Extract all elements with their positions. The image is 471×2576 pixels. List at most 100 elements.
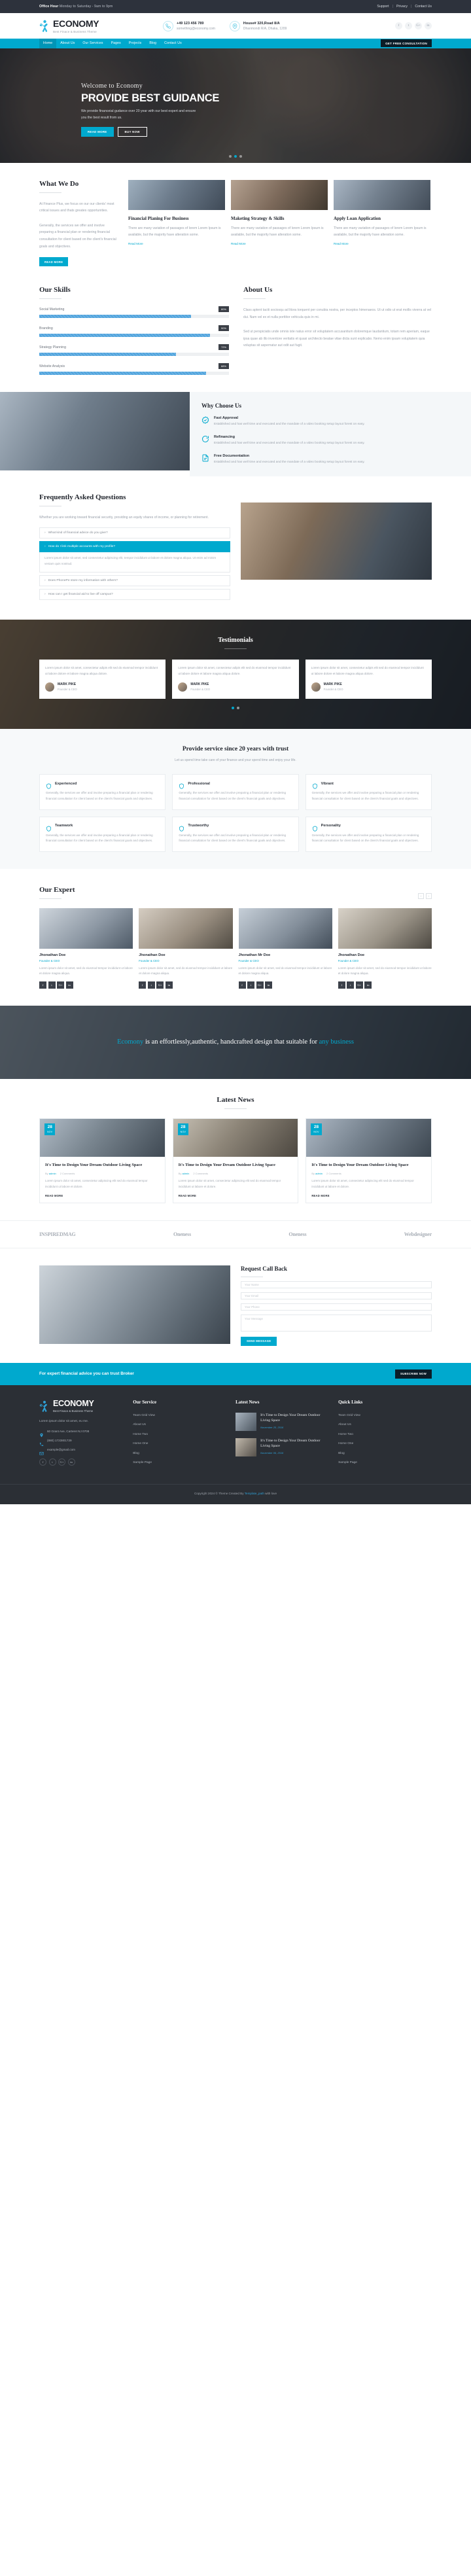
skill-name: Strategy Planning: [39, 345, 66, 349]
news-card[interactable]: 28 NOV It's Time to Design Your Dream Ou…: [39, 1118, 166, 1203]
topbar-link-contact[interactable]: Contact Us: [415, 5, 432, 9]
send-message-button[interactable]: SEND MESSAGE: [241, 1336, 277, 1346]
nav-item-pages[interactable]: Pages: [107, 39, 125, 48]
news-card[interactable]: 28 NOV It's Time to Design Your Dream Ou…: [172, 1118, 299, 1203]
linkedin-icon[interactable]: in: [364, 981, 372, 989]
about-paragraph-1: Class aptent taciti sociosqu ad litora t…: [243, 308, 432, 319]
footer-link-about-us[interactable]: About Us: [133, 1423, 226, 1426]
google-plus-icon[interactable]: G+: [156, 981, 164, 989]
nav-item-contact-us[interactable]: Contact Us: [160, 39, 186, 48]
footer-quick-home-one[interactable]: Home One: [338, 1442, 432, 1445]
nav-item-projects[interactable]: Projects: [125, 39, 146, 48]
linkedin-icon[interactable]: in: [165, 981, 173, 989]
footer-quick-blog[interactable]: Blog: [338, 1452, 432, 1455]
header-phone[interactable]: +49 123 456 789 something@economy.com: [163, 20, 215, 31]
service-card-read-more[interactable]: Read More: [231, 242, 328, 245]
hero-dot-1[interactable]: [229, 154, 232, 158]
twitter-icon[interactable]: t: [48, 1458, 56, 1466]
name-field[interactable]: Your Name: [241, 1280, 432, 1288]
google-plus-icon[interactable]: G+: [355, 981, 363, 989]
subscribe-text: For expert financial advice you can trus…: [39, 1371, 134, 1377]
service-card-title: Apply Loan Application: [334, 215, 381, 221]
team-member-role: Founder & CEO: [338, 959, 358, 962]
hero-buy-now-button[interactable]: BUY NOW: [117, 127, 147, 137]
google-plus-icon[interactable]: G+: [57, 981, 64, 989]
topbar-links: Support | Privacy | Contact Us: [377, 5, 432, 9]
topbar-link-privacy[interactable]: Privacy: [396, 5, 408, 9]
email-field[interactable]: Your Email: [241, 1292, 432, 1299]
footer-brand[interactable]: ECONOMY Best Finace & Business Theme: [39, 1400, 124, 1413]
footer-link-team-grid-view[interactable]: Team Grid View: [133, 1414, 226, 1417]
nav-item-home[interactable]: Home: [39, 38, 57, 48]
site-header: ECONOMY Best Finace & Business Theme +49…: [0, 13, 471, 39]
linkedin-icon[interactable]: in: [67, 1458, 75, 1466]
twitter-icon[interactable]: t: [48, 981, 56, 989]
testimonial-dot-2[interactable]: [237, 706, 239, 709]
footer-quick-sample-page[interactable]: Sample Page: [338, 1461, 432, 1464]
what-we-do-read-more-button[interactable]: READ MORE: [39, 257, 69, 267]
news-comments: 2 Comments: [193, 1172, 209, 1176]
news-read-more-button[interactable]: READ MORE: [311, 1194, 426, 1197]
twitter-icon[interactable]: t: [347, 981, 355, 989]
linkedin-icon[interactable]: in: [265, 981, 272, 989]
get-free-consultation-button[interactable]: GET FREE CONSULTATION: [381, 39, 432, 47]
prev-arrow-icon[interactable]: ‹: [418, 893, 424, 900]
linkedin-icon[interactable]: in: [65, 981, 73, 989]
brand-logo-inspiredmag: INSPIREDMAG: [39, 1231, 76, 1237]
google-plus-icon[interactable]: G+: [58, 1458, 65, 1466]
footer-quick-home-two[interactable]: Home Two: [338, 1433, 432, 1436]
facebook-icon[interactable]: f: [139, 981, 147, 989]
testimonial-dot-1[interactable]: [232, 706, 234, 709]
shield-icon: [179, 781, 184, 789]
document-icon: [201, 454, 209, 462]
footer-link-home-two[interactable]: Home Two: [133, 1433, 226, 1436]
header-address[interactable]: House# 320,Road 8/A Dhanmondi R/A, Dhaka…: [229, 20, 287, 31]
facebook-icon[interactable]: f: [338, 981, 345, 989]
google-plus-icon[interactable]: G+: [415, 22, 422, 30]
service-card-read-more[interactable]: Read More: [128, 242, 225, 245]
topbar-link-support[interactable]: Support: [377, 5, 389, 9]
facebook-icon[interactable]: f: [238, 981, 246, 989]
nav-item-our-services[interactable]: Our Services: [78, 39, 107, 48]
skill-bar: [39, 334, 229, 338]
nav-item-about-us[interactable]: About Us: [56, 39, 78, 48]
faq-question-active[interactable]: › How do I link multiple accounts with m…: [39, 541, 230, 553]
nav-item-blog[interactable]: Blog: [145, 39, 160, 48]
footer-link-sample-page[interactable]: Sample Page: [133, 1461, 226, 1464]
google-plus-icon[interactable]: G+: [256, 981, 264, 989]
service-card[interactable]: Financial Planing For Business There are…: [128, 179, 225, 267]
linkedin-icon[interactable]: in: [425, 22, 432, 30]
header-email: something@economy.com: [177, 26, 215, 31]
twitter-icon[interactable]: t: [147, 981, 155, 989]
footer-quick-team-grid-view[interactable]: Team Grid View: [338, 1414, 432, 1417]
service-card-read-more[interactable]: Read More: [334, 242, 430, 245]
twitter-icon[interactable]: t: [247, 981, 254, 989]
twitter-icon[interactable]: t: [405, 22, 412, 30]
footer-link-blog[interactable]: Blog: [133, 1452, 226, 1455]
facebook-icon[interactable]: f: [39, 1458, 46, 1466]
news-card[interactable]: 28 NOV It's Time to Design Your Dream Ou…: [305, 1118, 432, 1203]
next-arrow-icon[interactable]: ›: [426, 893, 432, 900]
hero-dot-2[interactable]: [234, 154, 237, 158]
footer-quick-about-us[interactable]: About Us: [338, 1423, 432, 1426]
footer-news-item[interactable]: It's Time to Design Your Dream Outdoor L…: [236, 1412, 329, 1431]
phone-field[interactable]: Your Phone: [241, 1303, 432, 1311]
message-field[interactable]: Your Message: [241, 1314, 432, 1332]
news-read-more-button[interactable]: READ MORE: [179, 1194, 293, 1197]
service-card[interactable]: Apply Loan Application There are many va…: [334, 179, 430, 267]
subscribe-now-button[interactable]: SUBSCRIBE NOW: [395, 1369, 432, 1379]
faq-question[interactable]: › Does PhonePe store my information with…: [39, 574, 230, 586]
faq-question[interactable]: › What kind of financial advice do you g…: [39, 527, 230, 539]
footer-link-home-one[interactable]: Home One: [133, 1442, 226, 1445]
facebook-icon[interactable]: f: [395, 22, 402, 30]
hero-read-more-button[interactable]: READ MORE: [81, 127, 114, 137]
hero-dot-3[interactable]: [239, 154, 242, 158]
service-card[interactable]: Maketing Strategy & Skills There are man…: [231, 179, 328, 267]
team-member-card: Jhonathan Doe Founder & CEO Lorem ipsum …: [39, 908, 133, 989]
news-read-more-button[interactable]: READ MORE: [45, 1194, 160, 1197]
feature-title: Experienced: [55, 781, 77, 786]
faq-question[interactable]: › How can I get financial aid to live of…: [39, 588, 230, 600]
facebook-icon[interactable]: f: [39, 981, 46, 989]
brand-logo[interactable]: ECONOMY Best Finace & Business Theme: [39, 19, 154, 33]
footer-news-item[interactable]: It's Time to Design Your Dream Outdoor L…: [236, 1438, 329, 1456]
